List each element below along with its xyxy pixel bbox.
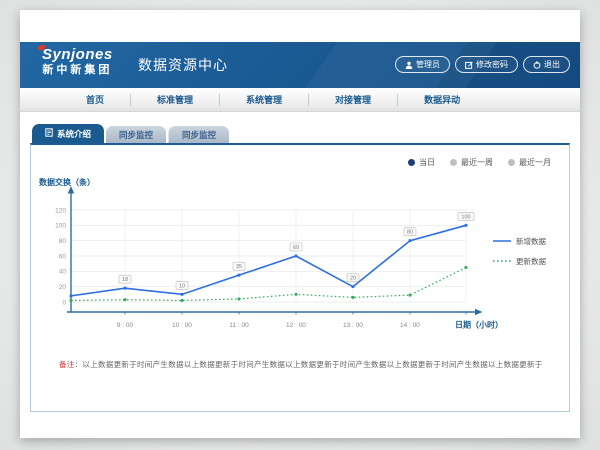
radio-dot-icon xyxy=(408,159,415,166)
nav-item-system-mgmt[interactable]: 系统管理 xyxy=(220,93,308,106)
filter-label: 最近一周 xyxy=(461,157,493,168)
x-tick-label: 11 : 00 xyxy=(229,322,249,329)
change-password-button[interactable]: 修改密码 xyxy=(455,56,518,73)
logo-text: Synjones xyxy=(42,47,113,64)
data-point-label: 35 xyxy=(236,264,242,270)
edit-icon xyxy=(465,61,473,69)
data-point-label: 10 xyxy=(179,283,185,289)
time-filter-group: 当日 最近一周 最近一月 xyxy=(408,157,551,168)
x-tick-label: 10 : 00 xyxy=(172,322,192,329)
admin-user-label: 管理员 xyxy=(416,59,440,70)
data-point xyxy=(238,298,241,301)
filter-label: 当日 xyxy=(419,157,435,168)
data-point xyxy=(124,287,127,290)
data-point-label: 20 xyxy=(350,276,356,282)
header-actions: 管理员 修改密码 退出 xyxy=(395,56,570,73)
logout-label: 退出 xyxy=(544,59,560,70)
data-point xyxy=(409,294,412,297)
document-icon xyxy=(45,128,53,139)
legend-label[interactable]: 新增数据 xyxy=(516,236,546,246)
data-point xyxy=(295,255,298,258)
x-tick-label: 14 : 00 xyxy=(400,322,420,329)
y-axis-arrow-icon xyxy=(68,186,75,194)
y-tick-label: 60 xyxy=(59,253,67,260)
data-point xyxy=(352,296,355,299)
data-point xyxy=(181,293,184,296)
radio-dot-icon xyxy=(450,159,457,166)
data-point xyxy=(352,285,355,288)
data-point-label: 18 xyxy=(122,277,128,283)
legend-label[interactable]: 更新数据 xyxy=(516,256,546,266)
y-tick-label: 0 xyxy=(62,299,66,306)
nav-item-data-change[interactable]: 数据异动 xyxy=(398,93,486,106)
data-point xyxy=(181,299,184,302)
data-point xyxy=(238,274,241,277)
tab-system-intro[interactable]: 系统介绍 xyxy=(32,124,104,143)
x-axis-title: 日期（小时） xyxy=(455,320,503,330)
header-bar: Synjones 新中新集团 数据资源中心 管理员 修改密码 xyxy=(20,42,580,88)
y-tick-label: 20 xyxy=(59,284,67,291)
data-point-label: 60 xyxy=(293,245,299,251)
filter-label: 最近一月 xyxy=(519,157,551,168)
note-text: ：以上数据更新于时间产生数据以上数据更新于时间产生数据以上数据更新于时间产生数据… xyxy=(75,360,543,369)
radio-dot-icon xyxy=(508,159,515,166)
data-point xyxy=(465,266,468,269)
filter-option-last-week[interactable]: 最近一周 xyxy=(450,157,493,168)
footer-note: 备注：以上数据更新于时间产生数据以上数据更新于时间产生数据以上数据更新于时间产生… xyxy=(59,359,543,370)
note-label: 备注 xyxy=(59,360,75,369)
power-icon xyxy=(533,61,541,69)
desktop-background: Synjones 新中新集团 数据资源中心 管理员 修改密码 xyxy=(0,0,600,450)
nav-item-home[interactable]: 首页 xyxy=(60,93,130,106)
tab-label: 系统介绍 xyxy=(57,128,91,140)
data-point xyxy=(70,294,73,297)
logo-subtext: 新中新集团 xyxy=(42,64,113,76)
tab-sync-monitor-2[interactable]: 同步监控 xyxy=(168,126,229,143)
y-tick-label: 80 xyxy=(59,238,67,245)
data-point xyxy=(295,293,298,296)
y-tick-label: 100 xyxy=(55,223,66,230)
data-point-label: 80 xyxy=(407,230,413,236)
x-tick-label: 13 : 00 xyxy=(343,322,363,329)
x-axis-arrow-icon xyxy=(475,309,483,316)
y-axis-title: 数据交换（条） xyxy=(39,177,95,187)
tab-label: 同步监控 xyxy=(119,129,153,141)
main-nav: 首页 标准管理 系统管理 对接管理 数据异动 xyxy=(20,88,580,112)
x-tick-label: 12 : 00 xyxy=(286,322,306,329)
content-panel: 当日 最近一周 最近一月 0 20 40 60 80 100 120 9 : 00 10 : 0… xyxy=(30,143,570,412)
tab-sync-monitor-1[interactable]: 同步监控 xyxy=(106,126,166,143)
filter-option-last-month[interactable]: 最近一月 xyxy=(508,157,551,168)
data-point xyxy=(409,239,412,242)
nav-item-interface-mgmt[interactable]: 对接管理 xyxy=(309,93,397,106)
x-tick-label: 9 : 00 xyxy=(117,322,134,329)
tab-bar: 系统介绍 同步监控 同步监控 xyxy=(32,124,229,143)
app-window: Synjones 新中新集团 数据资源中心 管理员 修改密码 xyxy=(20,10,580,438)
series-line xyxy=(71,268,466,301)
admin-user-button[interactable]: 管理员 xyxy=(395,56,450,73)
y-tick-label: 120 xyxy=(55,207,66,214)
user-icon xyxy=(405,61,413,69)
tab-label: 同步监控 xyxy=(182,129,216,141)
nav-item-standard-mgmt[interactable]: 标准管理 xyxy=(131,93,219,106)
line-chart: 0 20 40 60 80 100 120 9 : 00 10 : 00 11 : 00 12 : … xyxy=(31,175,569,340)
chart-area: 0 20 40 60 80 100 120 9 : 00 10 : 00 11 : 00 12 : … xyxy=(31,175,569,340)
y-tick-label: 40 xyxy=(59,269,67,276)
data-point xyxy=(70,299,73,302)
company-logo: Synjones 新中新集团 xyxy=(42,47,113,76)
filter-option-today[interactable]: 当日 xyxy=(408,157,435,168)
page-title: 数据资源中心 xyxy=(138,55,228,75)
data-point xyxy=(465,224,468,227)
logout-button[interactable]: 退出 xyxy=(523,56,570,73)
change-password-label: 修改密码 xyxy=(476,59,508,70)
data-point xyxy=(124,298,127,301)
data-point-label: 100 xyxy=(461,214,470,220)
